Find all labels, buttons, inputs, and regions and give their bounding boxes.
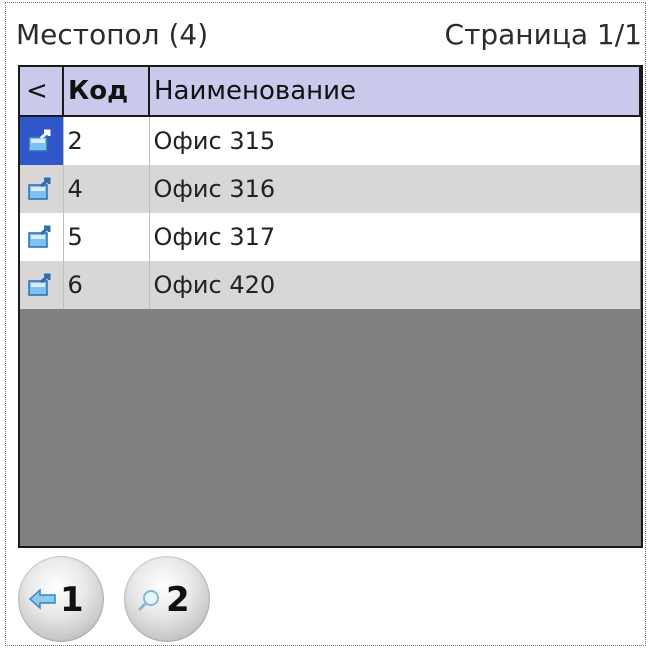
row-code: 5 — [63, 213, 150, 261]
back-button-label: 1 — [60, 580, 84, 620]
column-header-scroll-left[interactable]: < — [20, 67, 64, 117]
search-button-label: 2 — [166, 580, 190, 620]
row-icon-cell — [20, 116, 64, 165]
table-row[interactable]: 6 Офис 420 — [20, 261, 640, 309]
row-code: 2 — [63, 116, 150, 165]
page-indicator: Страница 1/1 — [444, 18, 642, 51]
row-code: 4 — [63, 165, 150, 213]
row-icon-cell — [20, 165, 64, 213]
table-row[interactable]: 4 Офис 316 — [20, 165, 640, 213]
locations-grid[interactable]: < Код Наименование 2 Офис 315 4 Офис 316… — [18, 65, 643, 548]
search-button[interactable]: 2 — [124, 556, 210, 642]
page-title: Местопол (4) — [16, 18, 209, 51]
table-row[interactable]: 2 Офис 315 — [20, 116, 640, 165]
row-name: Офис 316 — [149, 165, 640, 213]
location-icon — [28, 225, 51, 248]
column-header-name[interactable]: Наименование — [149, 67, 641, 117]
table-row[interactable]: 5 Офис 317 — [20, 213, 640, 261]
location-icon — [28, 129, 51, 152]
row-name: Офис 420 — [149, 261, 640, 309]
back-arrow-icon — [28, 588, 56, 610]
row-icon-cell — [20, 213, 64, 261]
location-icon — [28, 177, 51, 200]
magnifier-icon — [137, 590, 159, 612]
location-icon — [28, 273, 51, 296]
locations-table: < Код Наименование 2 Офис 315 4 Офис 316… — [20, 67, 641, 309]
column-header-code[interactable]: Код — [63, 67, 150, 117]
row-name: Офис 315 — [149, 116, 640, 165]
row-name: Офис 317 — [149, 213, 640, 261]
row-code: 6 — [63, 261, 150, 309]
table-header-row: < Код Наименование — [20, 67, 641, 117]
row-icon-cell — [20, 261, 64, 309]
back-button[interactable]: 1 — [18, 556, 104, 642]
